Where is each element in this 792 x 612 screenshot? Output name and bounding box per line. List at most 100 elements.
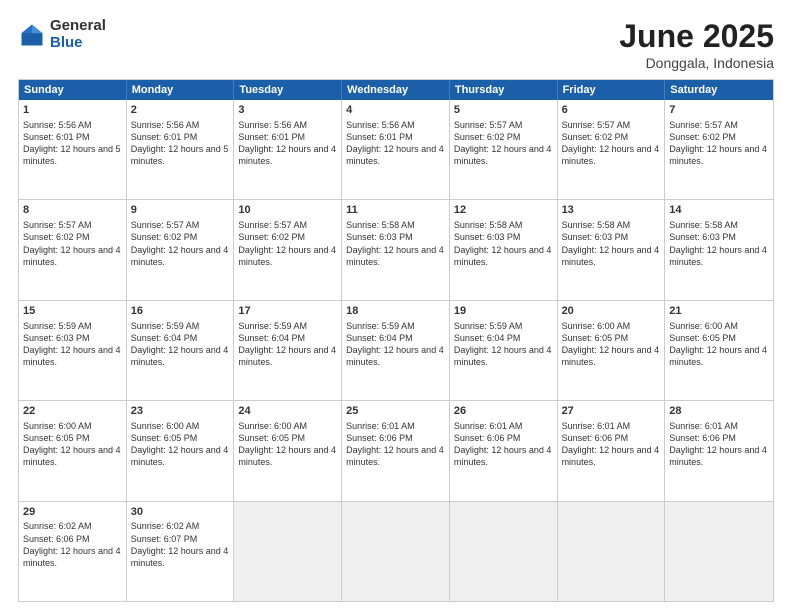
daylight-text: Daylight: 12 hours and 4 minutes. xyxy=(346,345,444,367)
sunrise-text: Sunrise: 5:57 AM xyxy=(238,220,307,230)
table-row: 13Sunrise: 5:58 AMSunset: 6:03 PMDayligh… xyxy=(558,200,666,299)
sunset-text: Sunset: 6:04 PM xyxy=(346,333,413,343)
daylight-text: Daylight: 12 hours and 4 minutes. xyxy=(454,445,552,467)
sunrise-text: Sunrise: 6:00 AM xyxy=(23,421,92,431)
day-number: 22 xyxy=(23,404,122,419)
calendar-body: 1Sunrise: 5:56 AMSunset: 6:01 PMDaylight… xyxy=(19,100,773,601)
sunset-text: Sunset: 6:05 PM xyxy=(131,433,198,443)
sunrise-text: Sunrise: 5:59 AM xyxy=(131,321,200,331)
table-row: 19Sunrise: 5:59 AMSunset: 6:04 PMDayligh… xyxy=(450,301,558,400)
table-row xyxy=(665,502,773,601)
sunset-text: Sunset: 6:03 PM xyxy=(23,333,90,343)
sunset-text: Sunset: 6:07 PM xyxy=(131,534,198,544)
table-row: 6Sunrise: 5:57 AMSunset: 6:02 PMDaylight… xyxy=(558,100,666,199)
sunrise-text: Sunrise: 6:00 AM xyxy=(669,321,738,331)
header-saturday: Saturday xyxy=(665,80,773,100)
day-number: 16 xyxy=(131,304,230,319)
sunset-text: Sunset: 6:01 PM xyxy=(131,132,198,142)
sunset-text: Sunset: 6:05 PM xyxy=(562,333,629,343)
table-row: 25Sunrise: 6:01 AMSunset: 6:06 PMDayligh… xyxy=(342,401,450,500)
sunrise-text: Sunrise: 5:59 AM xyxy=(23,321,92,331)
table-row xyxy=(342,502,450,601)
header: General Blue June 2025 Donggala, Indones… xyxy=(18,18,774,71)
day-number: 28 xyxy=(669,404,769,419)
title-location: Donggala, Indonesia xyxy=(619,55,774,71)
table-row xyxy=(450,502,558,601)
sunrise-text: Sunrise: 5:57 AM xyxy=(669,120,738,130)
logo: General Blue xyxy=(18,18,106,51)
day-number: 11 xyxy=(346,203,445,218)
table-row: 4 Sunrise: 5:56 AM Sunset: 6:01 PM Daylight… xyxy=(342,100,450,199)
sunset-text: Sunset: 6:04 PM xyxy=(238,333,305,343)
sunset-text: Sunset: 6:03 PM xyxy=(669,232,736,242)
day-number: 13 xyxy=(562,203,661,218)
day-number: 6 xyxy=(562,103,661,118)
sunrise-text: Sunrise: 5:56 AM xyxy=(346,120,415,130)
sunrise-text: Sunrise: 5:56 AM xyxy=(131,120,200,130)
title-month: June 2025 xyxy=(619,18,774,55)
daylight-text: Daylight: 12 hours and 4 minutes. xyxy=(23,546,121,568)
table-row: 21 Sunrise: 6:00 AM Sunset: 6:05 PM Dayligh… xyxy=(665,301,773,400)
daylight-text: Daylight: 12 hours and 4 minutes. xyxy=(131,445,229,467)
table-row: 18Sunrise: 5:59 AMSunset: 6:04 PMDayligh… xyxy=(342,301,450,400)
sunrise-text: Sunrise: 5:58 AM xyxy=(454,220,523,230)
sunset-text: Sunset: 6:03 PM xyxy=(562,232,629,242)
table-row: 11Sunrise: 5:58 AMSunset: 6:03 PMDayligh… xyxy=(342,200,450,299)
daylight-text: Daylight: 12 hours and 4 minutes. xyxy=(454,245,552,267)
table-row: 8Sunrise: 5:57 AMSunset: 6:02 PMDaylight… xyxy=(19,200,127,299)
daylight-text: Daylight: 12 hours and 4 minutes. xyxy=(669,144,767,166)
calendar-row-4: 22 Sunrise: 6:00 AM Sunset: 6:05 PM Dayligh… xyxy=(19,401,773,501)
sunset-text: Sunset: 6:02 PM xyxy=(562,132,629,142)
daylight-text: Daylight: 12 hours and 4 minutes. xyxy=(562,445,660,467)
table-row: 23Sunrise: 6:00 AMSunset: 6:05 PMDayligh… xyxy=(127,401,235,500)
daylight-text: Daylight: 12 hours and 4 minutes. xyxy=(669,345,767,367)
table-row: 28Sunrise: 6:01 AMSunset: 6:06 PMDayligh… xyxy=(665,401,773,500)
sunrise-text: Sunrise: 6:01 AM xyxy=(454,421,523,431)
day-number: 26 xyxy=(454,404,553,419)
daylight-text: Daylight: 12 hours and 4 minutes. xyxy=(346,144,444,166)
logo-general-text: General xyxy=(50,18,106,35)
sunset-text: Sunset: 6:02 PM xyxy=(454,132,521,142)
table-row: 1Sunrise: 5:56 AMSunset: 6:01 PMDaylight… xyxy=(19,100,127,199)
daylight-text: Daylight: 12 hours and 4 minutes. xyxy=(454,144,552,166)
header-sunday: Sunday xyxy=(19,80,127,100)
day-number: 3 xyxy=(238,103,337,118)
sunrise-text: Sunrise: 6:01 AM xyxy=(346,421,415,431)
sunset-text: Sunset: 6:06 PM xyxy=(562,433,629,443)
day-number: 5 xyxy=(454,103,553,118)
sunset-text: Sunset: 6:01 PM xyxy=(23,132,90,142)
sunset-text: Sunset: 6:02 PM xyxy=(131,232,198,242)
table-row: 14Sunrise: 5:58 AMSunset: 6:03 PMDayligh… xyxy=(665,200,773,299)
sunset-text: Sunset: 6:02 PM xyxy=(669,132,736,142)
day-number: 4 xyxy=(346,103,445,118)
day-number: 21 xyxy=(669,304,769,319)
daylight-text: Daylight: 12 hours and 5 minutes. xyxy=(131,144,229,166)
calendar-header: Sunday Monday Tuesday Wednesday Thursday… xyxy=(19,80,773,100)
sunset-text: Sunset: 6:06 PM xyxy=(454,433,521,443)
table-row: 22Sunrise: 6:00 AMSunset: 6:05 PMDayligh… xyxy=(19,401,127,500)
table-row: 7Sunrise: 5:57 AMSunset: 6:02 PMDaylight… xyxy=(665,100,773,199)
sunrise-text: Sunrise: 6:01 AM xyxy=(562,421,631,431)
daylight-text: Daylight: 12 hours and 4 minutes. xyxy=(346,245,444,267)
table-row: 5Sunrise: 5:57 AMSunset: 6:02 PMDaylight… xyxy=(450,100,558,199)
sunset-text: Sunset: 6:04 PM xyxy=(131,333,198,343)
sunset-text: Sunset: 6:01 PM xyxy=(346,132,413,142)
sunrise-text: Sunrise: 6:00 AM xyxy=(562,321,631,331)
header-monday: Monday xyxy=(127,80,235,100)
sunrise-text: Sunrise: 5:57 AM xyxy=(131,220,200,230)
day-number: 29 xyxy=(23,505,122,520)
table-row xyxy=(234,502,342,601)
day-number: 23 xyxy=(131,404,230,419)
sunrise-text: Sunrise: 5:57 AM xyxy=(562,120,631,130)
table-row: 26 Sunrise: 6:01 AM Sunset: 6:06 PM Dayligh… xyxy=(450,401,558,500)
daylight-text: Daylight: 12 hours and 4 minutes. xyxy=(238,245,336,267)
calendar: Sunday Monday Tuesday Wednesday Thursday… xyxy=(18,79,774,602)
sunset-text: Sunset: 6:05 PM xyxy=(669,333,736,343)
sunrise-text: Sunrise: 6:01 AM xyxy=(669,421,738,431)
table-row: 24Sunrise: 6:00 AMSunset: 6:05 PMDayligh… xyxy=(234,401,342,500)
daylight-text: Daylight: 12 hours and 4 minutes. xyxy=(23,245,121,267)
day-number: 9 xyxy=(131,203,230,218)
sunset-text: Sunset: 6:06 PM xyxy=(23,534,90,544)
table-row: 30Sunrise: 6:02 AMSunset: 6:07 PMDayligh… xyxy=(127,502,235,601)
day-number: 24 xyxy=(238,404,337,419)
